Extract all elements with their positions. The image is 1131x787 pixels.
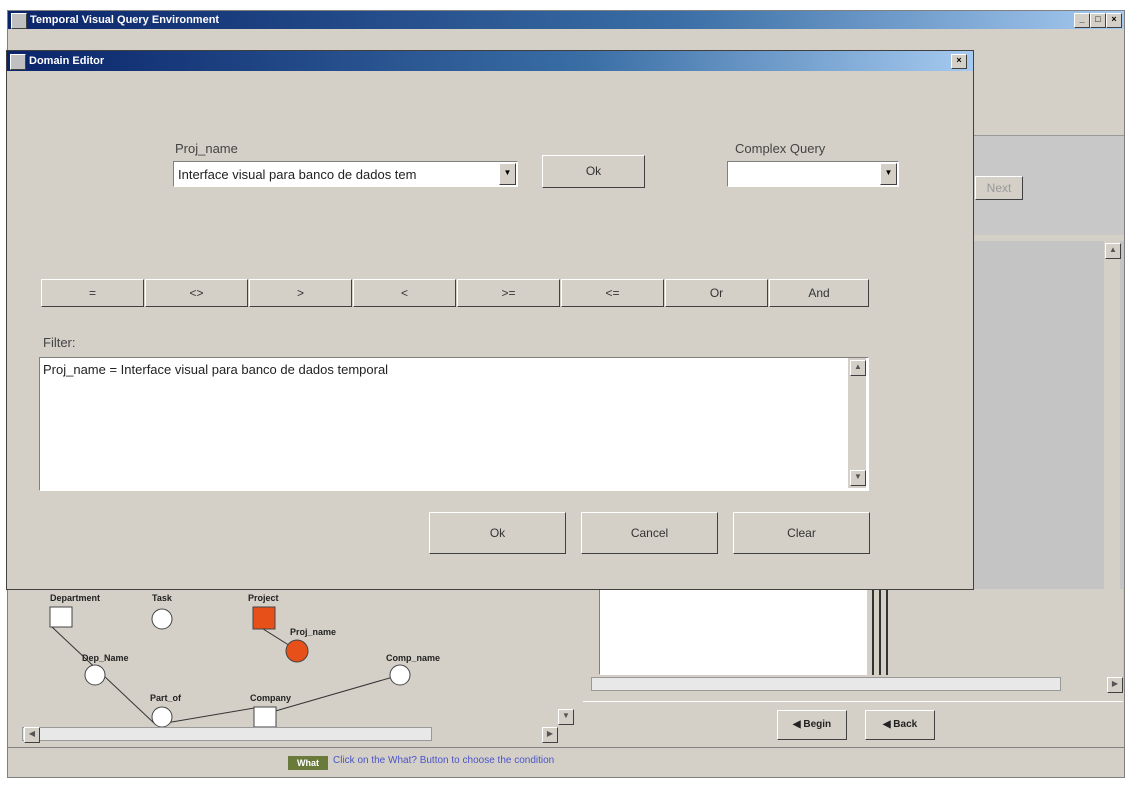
- operator-less-label: <: [400, 286, 408, 300]
- operator-and-label: And: [808, 286, 830, 300]
- schema-scroll-left-icon[interactable]: ◀: [24, 727, 40, 743]
- part-of-relationship[interactable]: [151, 706, 173, 728]
- back-button[interactable]: ◀ Back: [865, 710, 935, 740]
- ok-top-button[interactable]: Ok: [542, 155, 645, 188]
- schema-hscroll[interactable]: [22, 727, 432, 741]
- dialog-title: Domain Editor: [29, 55, 105, 67]
- close-button[interactable]: ×: [1106, 13, 1122, 28]
- schema-scroll-right-icon[interactable]: ▶: [542, 727, 558, 743]
- dep-name-attribute[interactable]: [84, 664, 106, 686]
- next-button-label: Next: [986, 181, 1012, 195]
- minimize-button[interactable]: _: [1074, 13, 1090, 28]
- schema-scroll-down-icon[interactable]: ▼: [558, 709, 574, 725]
- operator-less-button[interactable]: <: [353, 279, 456, 307]
- project-label: Project: [248, 593, 279, 603]
- dialog-close-button[interactable]: ×: [951, 54, 967, 69]
- filter-text: Proj_name = Interface visual para banco …: [43, 362, 389, 377]
- operator-greater-label: >: [296, 286, 304, 300]
- department-label: Department: [50, 593, 101, 603]
- timeline-list: [599, 589, 867, 675]
- task-relationship[interactable]: [151, 608, 173, 630]
- operator-less-equal-label: <=: [605, 286, 620, 300]
- timeline-divider: [869, 589, 901, 675]
- schema-panel: Department Task Project Proj_name Dep_Na…: [10, 589, 574, 743]
- field-value-combo[interactable]: Interface visual para banco de dados tem…: [173, 161, 518, 187]
- status-bar: What Click on the What? Button to choose…: [8, 747, 1124, 777]
- dialog-clear-label: Clear: [787, 526, 816, 540]
- operator-less-equal-button[interactable]: <=: [561, 279, 664, 307]
- filter-label: Filter:: [43, 335, 76, 350]
- dialog-app-icon: [10, 54, 26, 70]
- main-window-title: Temporal Visual Query Environment: [30, 14, 220, 26]
- begin-arrow-icon: ◀: [792, 719, 804, 730]
- domain-editor-dialog: Domain Editor × Proj_name Interface visu…: [6, 50, 974, 590]
- field-dropdown-arrow-icon[interactable]: ▼: [499, 163, 516, 185]
- back-label: Back: [893, 719, 918, 730]
- dialog-cancel-button[interactable]: Cancel: [581, 512, 718, 554]
- company-label: Company: [250, 693, 292, 703]
- next-button[interactable]: Next: [975, 176, 1023, 200]
- status-tag: What: [288, 756, 328, 770]
- company-entity[interactable]: [253, 706, 277, 728]
- operator-not-equal-label: <>: [189, 286, 204, 300]
- filter-scroll-up-icon[interactable]: ▲: [850, 360, 866, 376]
- comp-name-label: Comp_name: [386, 653, 441, 663]
- operator-and-button[interactable]: And: [769, 279, 869, 307]
- dialog-titlebar: Domain Editor ×: [7, 51, 973, 71]
- begin-label: Begin: [803, 719, 832, 730]
- app-icon: [11, 13, 27, 29]
- timeline-scroll-right-icon[interactable]: ▶: [1107, 677, 1123, 693]
- proj-name-label: Proj_name: [290, 627, 337, 637]
- department-entity[interactable]: [49, 606, 73, 628]
- complex-dropdown-arrow-icon[interactable]: ▼: [880, 163, 897, 185]
- status-text: Click on the What? Button to choose the …: [333, 755, 555, 766]
- complex-query-combo[interactable]: ▼: [727, 161, 899, 187]
- operator-or-label: Or: [709, 286, 724, 300]
- dialog-cancel-label: Cancel: [630, 526, 669, 540]
- back-arrow-icon: ◀: [882, 719, 894, 730]
- operator-bar: = <> > < >= <= Or And: [41, 279, 869, 307]
- field-value-text: Interface visual para banco de dados tem: [178, 167, 417, 182]
- right-toolbar-area: Next: [971, 135, 1124, 235]
- operator-greater-equal-button[interactable]: >=: [457, 279, 560, 307]
- operator-not-equal-button[interactable]: <>: [145, 279, 248, 307]
- proj-name-attribute[interactable]: [285, 639, 309, 663]
- ok-top-label: Ok: [585, 164, 602, 178]
- complex-query-label: Complex Query: [735, 141, 826, 156]
- timeline-panel: ▶: [583, 589, 1123, 701]
- maximize-button[interactable]: □: [1090, 13, 1106, 28]
- nav-bar: ◀ Begin ◀ Back: [583, 701, 1123, 747]
- scroll-up-arrow-icon[interactable]: ▲: [1105, 243, 1121, 259]
- begin-button[interactable]: ◀ Begin: [777, 710, 847, 740]
- dialog-ok-label: Ok: [489, 526, 506, 540]
- operator-greater-equal-label: >=: [501, 286, 516, 300]
- filter-vscroll[interactable]: ▲ ▼: [848, 358, 866, 488]
- part-of-label: Part_of: [150, 693, 182, 703]
- main-titlebar: Temporal Visual Query Environment _ □ ×: [8, 11, 1124, 29]
- operator-equals-label: =: [88, 286, 96, 300]
- project-entity[interactable]: [252, 606, 276, 630]
- filter-textarea[interactable]: Proj_name = Interface visual para banco …: [39, 357, 869, 491]
- timeline-hscroll[interactable]: [591, 677, 1061, 691]
- operator-or-button[interactable]: Or: [665, 279, 768, 307]
- dialog-ok-button[interactable]: Ok: [429, 512, 566, 554]
- field-label: Proj_name: [175, 141, 238, 156]
- task-label: Task: [152, 593, 172, 603]
- operator-greater-button[interactable]: >: [249, 279, 352, 307]
- comp-name-attribute[interactable]: [389, 664, 411, 686]
- dep-name-label: Dep_Name: [82, 653, 129, 663]
- operator-equals-button[interactable]: =: [41, 279, 144, 307]
- dialog-clear-button[interactable]: Clear: [733, 512, 870, 554]
- filter-scroll-down-icon[interactable]: ▼: [850, 470, 866, 486]
